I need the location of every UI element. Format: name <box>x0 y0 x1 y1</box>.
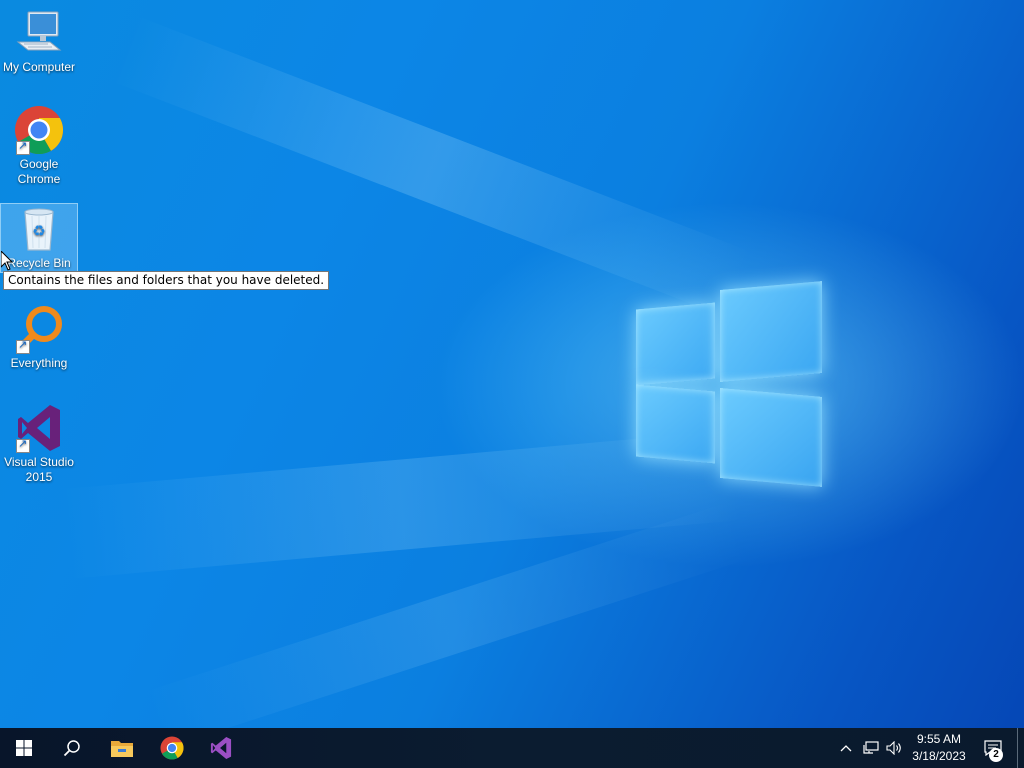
shortcut-arrow-icon <box>16 437 30 453</box>
taskbar-visual-studio[interactable] <box>197 728 245 768</box>
volume-tray-button[interactable] <box>883 728 905 768</box>
everything-search-icon <box>14 304 64 354</box>
volume-icon <box>886 741 901 755</box>
computer-icon <box>14 8 64 58</box>
shortcut-arrow-icon <box>16 139 30 155</box>
show-desktop-button[interactable] <box>1017 728 1018 768</box>
shortcut-arrow-icon <box>16 338 30 354</box>
desktop[interactable]: My Computer Google Chrome ♻ <box>0 0 1024 728</box>
search-icon <box>63 740 80 757</box>
logo-pane <box>720 281 822 382</box>
desktop-icon-label: My Computer <box>2 60 76 74</box>
network-icon <box>863 741 879 754</box>
show-hidden-icons-button[interactable] <box>836 728 856 768</box>
desktop-icon-google-chrome[interactable]: Google Chrome <box>1 105 77 187</box>
logo-pane <box>636 302 715 386</box>
chrome-icon <box>160 736 184 760</box>
clock-date: 3/18/2023 <box>912 749 966 763</box>
chrome-icon <box>14 105 64 155</box>
taskbar-clock[interactable]: 9:55 AM 3/18/2023 <box>904 731 974 765</box>
desktop-icon-label: Everything <box>10 356 68 370</box>
desktop-icon-visual-studio-2015[interactable]: Visual Studio 2015 <box>1 403 77 485</box>
windows-start-icon <box>16 740 32 756</box>
tooltip: Contains the files and folders that you … <box>3 271 330 290</box>
logo-pane <box>636 384 715 464</box>
network-tray-button[interactable] <box>860 728 882 768</box>
file-explorer-icon <box>111 741 133 757</box>
search-button[interactable] <box>48 728 96 768</box>
desktop-icon-label: Google <box>19 157 59 171</box>
start-button[interactable] <box>0 728 48 768</box>
desktop-icon-my-computer[interactable]: My Computer <box>1 8 77 75</box>
light-beam <box>141 501 750 728</box>
taskbar: 9:55 AM 3/18/2023 <box>0 728 1024 768</box>
visual-studio-icon <box>14 403 64 453</box>
desktop-icon-label-line2: Chrome <box>17 172 61 186</box>
desktop-icon-everything[interactable]: Everything <box>1 304 77 371</box>
desktop-icon-label-line2: 2015 <box>25 470 53 484</box>
visual-studio-icon <box>210 736 232 760</box>
taskbar-google-chrome[interactable] <box>148 728 196 768</box>
windows-wallpaper-logo <box>636 281 822 487</box>
svg-text:♻: ♻ <box>32 222 45 240</box>
mouse-cursor-icon <box>1 251 13 271</box>
clock-time: 9:55 AM <box>916 732 962 746</box>
recycle-bin-icon: ♻ <box>14 204 64 254</box>
chevron-up-icon <box>840 745 852 752</box>
notification-count-badge: 2 <box>989 748 1003 762</box>
taskbar-file-explorer[interactable] <box>98 728 146 768</box>
desktop-icon-label: Visual Studio <box>4 455 74 469</box>
logo-pane <box>720 388 822 487</box>
